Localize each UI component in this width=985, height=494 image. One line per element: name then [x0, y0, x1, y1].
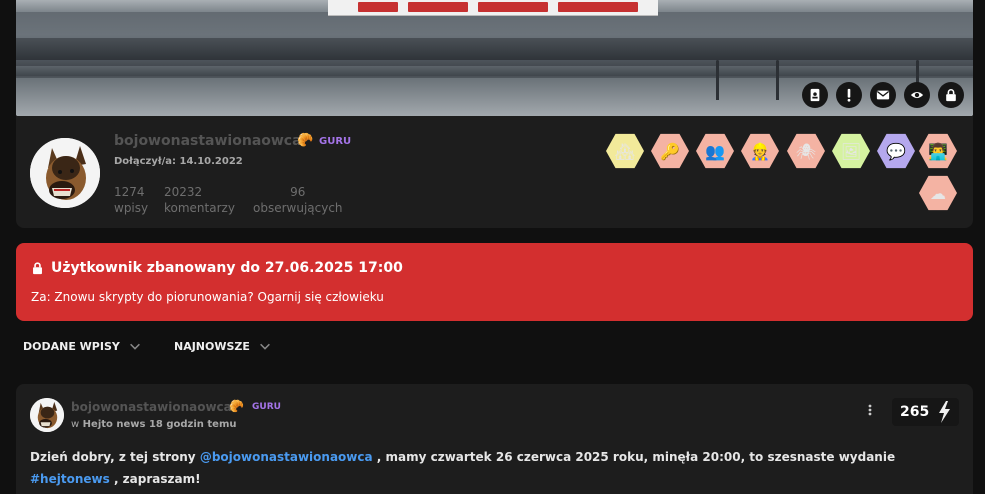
lightning-icon[interactable]	[937, 401, 951, 423]
join-date: Dołączył/a: 14.10.2022	[114, 156, 243, 167]
mention-link[interactable]: @bojowonastawionaowca	[200, 450, 373, 464]
lock-icon	[946, 89, 956, 102]
avatar	[30, 138, 100, 208]
people-badge-icon: 👥	[705, 141, 725, 161]
dog-avatar-image	[30, 138, 100, 208]
report-icon	[847, 88, 851, 102]
rank-badge: GURU	[319, 136, 352, 147]
community-and-time[interactable]: Hejto news 18 godzin temu	[83, 419, 237, 430]
username[interactable]: bojowonastawionaowca	[114, 133, 302, 149]
watch-icon	[910, 91, 924, 99]
hashtag-link[interactable]: #hejtonews	[30, 472, 110, 486]
photo-badge-icon: 🖼	[840, 141, 862, 161]
stat-followers[interactable]: 96 obserwujących	[253, 184, 343, 216]
stat-value: 96	[290, 185, 306, 199]
badge[interactable]: 💬	[877, 133, 915, 169]
meta-prefix: w	[71, 419, 80, 430]
vote-count: 265	[900, 404, 930, 420]
stat-posts: 1274 wpisy	[114, 184, 148, 216]
contact-card-button[interactable]	[802, 82, 828, 108]
profile-card: bojowonastawionaowca 🥐 GURU Dołączył/a: …	[16, 116, 973, 228]
post-text: , mamy czwartek 26 czerwca 2025 roku, mi…	[376, 450, 896, 464]
stat-value: 1274	[114, 185, 145, 199]
report-button[interactable]	[836, 82, 862, 108]
message-button[interactable]	[870, 82, 896, 108]
stat-label: obserwujących	[253, 201, 343, 215]
profile-banner	[16, 0, 973, 116]
banner-sign	[328, 0, 658, 16]
stat-label: komentarzy	[164, 201, 235, 215]
post-text: , zapraszam!	[113, 472, 201, 486]
badge[interactable]: 🕷	[787, 133, 825, 169]
more-options-icon[interactable]	[868, 404, 872, 416]
post-content: Dzień dobry, z tej strony @bojowonastawi…	[30, 446, 930, 490]
lock-icon	[33, 262, 42, 275]
house-badge-icon: 🏘	[614, 141, 636, 161]
spider-badge-icon: 🕷	[795, 141, 817, 161]
block-button[interactable]	[938, 82, 964, 108]
post-author[interactable]: bojowonastawionaowca	[71, 400, 232, 414]
post-card: bojowonastawionaowca 🥐 GURU w Hejto news…	[16, 384, 973, 494]
badge[interactable]: 🔑	[651, 133, 689, 169]
badge[interactable]: 👥	[696, 133, 734, 169]
chat-badge-icon: 💬	[886, 141, 906, 161]
croissant-icon: 🥐	[229, 399, 244, 413]
avatar[interactable]	[30, 398, 64, 432]
desk-badge-icon: 👨‍💻	[928, 141, 948, 161]
profile-actions	[802, 82, 964, 108]
filter-label: DODANE WPISY	[23, 339, 120, 353]
badge[interactable]: 👨‍💻	[919, 133, 957, 169]
rank-badge: GURU	[252, 402, 281, 412]
filter-label: NAJNOWSZE	[174, 339, 250, 353]
post-meta: w Hejto news 18 godzin temu	[71, 419, 237, 430]
post-type-filter[interactable]: DODANE WPISY	[23, 339, 142, 353]
stat-label: wpisy	[114, 201, 149, 215]
contact-card-icon	[810, 88, 820, 102]
croissant-icon: 🥐	[297, 133, 314, 148]
cloud-badge-icon: ☁	[930, 183, 946, 203]
worker-badge-icon: 👷	[750, 141, 770, 161]
post-text: Dzień dobry, z tej strony	[30, 450, 196, 464]
ban-reason: Za: Znowu skrypty do piorunowania? Ogarn…	[31, 290, 384, 304]
badge[interactable]: 🖼	[832, 133, 870, 169]
badge[interactable]: ☁	[919, 175, 957, 211]
stat-comments: 20232 komentarzy	[164, 184, 235, 216]
ban-title: Użytkownik zbanowany do 27.06.2025 17:00	[51, 260, 403, 276]
dog-avatar-image	[30, 398, 64, 432]
ban-alert: Użytkownik zbanowany do 27.06.2025 17:00…	[16, 243, 973, 321]
key-badge-icon: 🔑	[660, 141, 680, 161]
badge[interactable]: 🏘	[606, 133, 644, 169]
message-icon	[876, 90, 890, 100]
watch-button[interactable]	[904, 82, 930, 108]
chevron-down-icon	[259, 343, 270, 350]
chevron-down-icon	[129, 343, 140, 350]
stat-value: 20232	[164, 185, 203, 199]
badge[interactable]: 👷	[741, 133, 779, 169]
sort-filter[interactable]: NAJNOWSZE	[174, 339, 272, 353]
vote-box: 265	[892, 398, 959, 426]
